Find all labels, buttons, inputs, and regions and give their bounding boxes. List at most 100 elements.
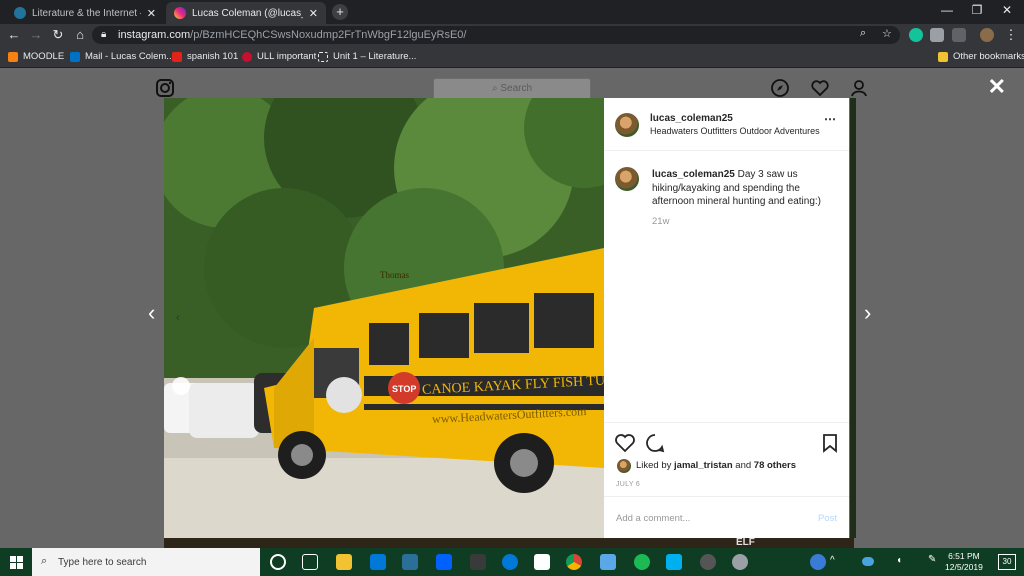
divider bbox=[604, 422, 849, 423]
browser-tab-strip: Literature & the Internet — Wor ✕ Lucas … bbox=[0, 0, 1024, 24]
clock-time: 6:51 PM bbox=[948, 551, 980, 561]
browser-toolbar: ← → ↻ ⌂ 🔒︎ instagram.com/p/BzmHCEQhCSwsN… bbox=[0, 24, 1024, 46]
tab-literature[interactable]: Literature & the Internet — Wor ✕ bbox=[6, 2, 164, 24]
app-icon[interactable] bbox=[470, 554, 486, 570]
spotify-icon[interactable] bbox=[634, 554, 650, 570]
instagram-logo-icon[interactable] bbox=[155, 78, 175, 98]
edge-icon[interactable] bbox=[502, 554, 518, 570]
other-bookmarks[interactable]: Other bookmarks bbox=[938, 51, 1024, 62]
liker-avatar[interactable] bbox=[617, 459, 631, 473]
taskbar-clock[interactable]: 6:51 PM 12/5/2019 bbox=[945, 551, 983, 573]
taskbar-search-input[interactable]: ⌕ Type here to search bbox=[32, 548, 260, 576]
app-icon[interactable] bbox=[732, 554, 748, 570]
address-bar[interactable]: 🔒︎ instagram.com/p/BzmHCEQhCSwsNoxudmp2F… bbox=[92, 26, 900, 44]
likes-others[interactable]: 78 others bbox=[754, 460, 796, 471]
previous-post-arrow-icon[interactable]: ‹ bbox=[148, 300, 155, 326]
help-icon[interactable] bbox=[810, 554, 826, 570]
comment-input[interactable]: Add a comment... bbox=[616, 513, 690, 524]
restore-icon[interactable]: ❐ bbox=[962, 3, 992, 17]
bookmarks-bar: MOODLE Mail - Lucas Colem... spanish 101… bbox=[0, 46, 1024, 68]
lock-icon: 🔒︎ bbox=[101, 29, 107, 40]
url-host: instagram.com bbox=[118, 29, 191, 41]
tray-chevron-icon[interactable]: ^ bbox=[830, 555, 835, 566]
post-location[interactable]: Headwaters Outfitters Outdoor Adventures bbox=[650, 126, 820, 136]
bookmark-label: Mail - Lucas Colem... bbox=[85, 51, 175, 62]
window-close-icon[interactable]: ✕ bbox=[992, 3, 1022, 17]
save-bookmark-icon[interactable] bbox=[819, 432, 841, 454]
photo-prev-icon[interactable]: ‹ bbox=[176, 312, 180, 324]
new-tab-button[interactable]: + bbox=[332, 4, 348, 20]
reload-icon[interactable]: ↻ bbox=[50, 27, 66, 43]
tab-instagram[interactable]: Lucas Coleman (@lucas_colemar ✕ bbox=[166, 2, 326, 24]
bookmark-moodle[interactable]: MOODLE bbox=[8, 51, 64, 62]
post-date[interactable]: JULY 6 bbox=[616, 481, 640, 488]
explore-compass-icon[interactable] bbox=[770, 78, 790, 98]
heart-activity-icon[interactable] bbox=[810, 78, 830, 98]
ull-icon bbox=[242, 51, 252, 62]
skype-icon[interactable] bbox=[666, 554, 682, 570]
bookmark-star-icon[interactable]: ☆ bbox=[882, 27, 892, 40]
amazon-icon[interactable] bbox=[534, 554, 550, 570]
windows-start-icon[interactable] bbox=[10, 556, 23, 569]
chrome-icon[interactable] bbox=[566, 554, 582, 570]
folder-icon bbox=[938, 51, 948, 62]
comment-icon[interactable] bbox=[644, 432, 666, 454]
notification-center-icon[interactable]: 30 bbox=[998, 554, 1016, 570]
file-explorer-icon[interactable] bbox=[336, 554, 352, 570]
bookmark-ull[interactable]: ULL important bbox=[242, 51, 316, 62]
post-comment-button[interactable]: Post bbox=[818, 513, 837, 524]
school-bus-photo bbox=[164, 98, 604, 538]
pen-icon[interactable]: ✎ bbox=[928, 554, 936, 565]
app-icon[interactable] bbox=[600, 554, 616, 570]
dropbox-icon[interactable] bbox=[436, 554, 452, 570]
bookmark-spanish[interactable]: spanish 101 bbox=[172, 51, 238, 62]
volume-icon[interactable]: ◖ bbox=[896, 555, 902, 566]
cortana-icon[interactable] bbox=[270, 554, 286, 570]
store-icon[interactable] bbox=[370, 554, 386, 570]
post-caption: lucas_coleman25 Day 3 saw us hiking/kaya… bbox=[652, 168, 838, 209]
bookmark-label: MOODLE bbox=[23, 51, 65, 62]
minimize-icon[interactable]: — bbox=[932, 3, 962, 17]
app-icon[interactable] bbox=[700, 554, 716, 570]
chrome-menu-icon[interactable]: ⋮ bbox=[1003, 27, 1019, 43]
search-input[interactable]: ⌕ Search bbox=[433, 78, 591, 100]
acrobat-icon bbox=[172, 51, 182, 62]
close-modal-icon[interactable]: ✕ bbox=[988, 74, 1006, 100]
caption-username[interactable]: lucas_coleman25 bbox=[652, 169, 735, 180]
like-heart-icon[interactable] bbox=[614, 432, 636, 454]
divider bbox=[604, 150, 849, 151]
home-icon[interactable]: ⌂ bbox=[72, 27, 88, 43]
avatar[interactable] bbox=[615, 113, 639, 137]
onedrive-icon[interactable] bbox=[862, 557, 874, 566]
grammarly-icon[interactable] bbox=[909, 28, 923, 42]
next-post-arrow-icon[interactable]: › bbox=[864, 300, 871, 326]
extension-icon[interactable] bbox=[952, 28, 966, 42]
tab-title: Literature & the Internet — Wor bbox=[32, 7, 141, 19]
app-icon[interactable] bbox=[402, 554, 418, 570]
profile-icon[interactable] bbox=[849, 78, 869, 98]
wordpress-icon bbox=[14, 7, 26, 19]
forward-icon[interactable]: → bbox=[28, 27, 44, 43]
page-icon bbox=[318, 51, 328, 62]
post-username[interactable]: lucas_coleman25 bbox=[650, 113, 733, 124]
post-photo[interactable]: Thomas CANOE KAYAK FLY FISH TUB www.Head… bbox=[164, 98, 604, 538]
avatar[interactable] bbox=[615, 167, 639, 191]
extension-icon[interactable] bbox=[930, 28, 944, 42]
caption-age[interactable]: 21w bbox=[652, 216, 669, 227]
close-tab-icon[interactable]: ✕ bbox=[309, 7, 318, 20]
url-path: /p/BzmHCEQhCSwsNoxudmp2FrTnWbgF12lguEyRs… bbox=[190, 29, 467, 41]
more-options-icon[interactable]: ⋯ bbox=[824, 112, 836, 126]
moodle-icon bbox=[8, 51, 18, 62]
bookmark-mail[interactable]: Mail - Lucas Colem... bbox=[70, 51, 174, 62]
task-view-icon[interactable] bbox=[302, 554, 318, 570]
divider bbox=[604, 496, 849, 497]
profile-avatar[interactable] bbox=[980, 28, 994, 42]
liked-by-user[interactable]: jamal_tristan bbox=[674, 460, 733, 471]
back-icon[interactable]: ← bbox=[6, 27, 22, 43]
bookmark-label: Unit 1 – Literature... bbox=[333, 51, 417, 62]
bookmark-unit1[interactable]: Unit 1 – Literature... bbox=[318, 51, 416, 62]
bookmark-label: Other bookmarks bbox=[953, 51, 1024, 62]
zoom-icon[interactable]: ⌕ bbox=[860, 27, 866, 40]
close-tab-icon[interactable]: ✕ bbox=[147, 7, 156, 20]
notification-count: 30 bbox=[1002, 557, 1012, 566]
